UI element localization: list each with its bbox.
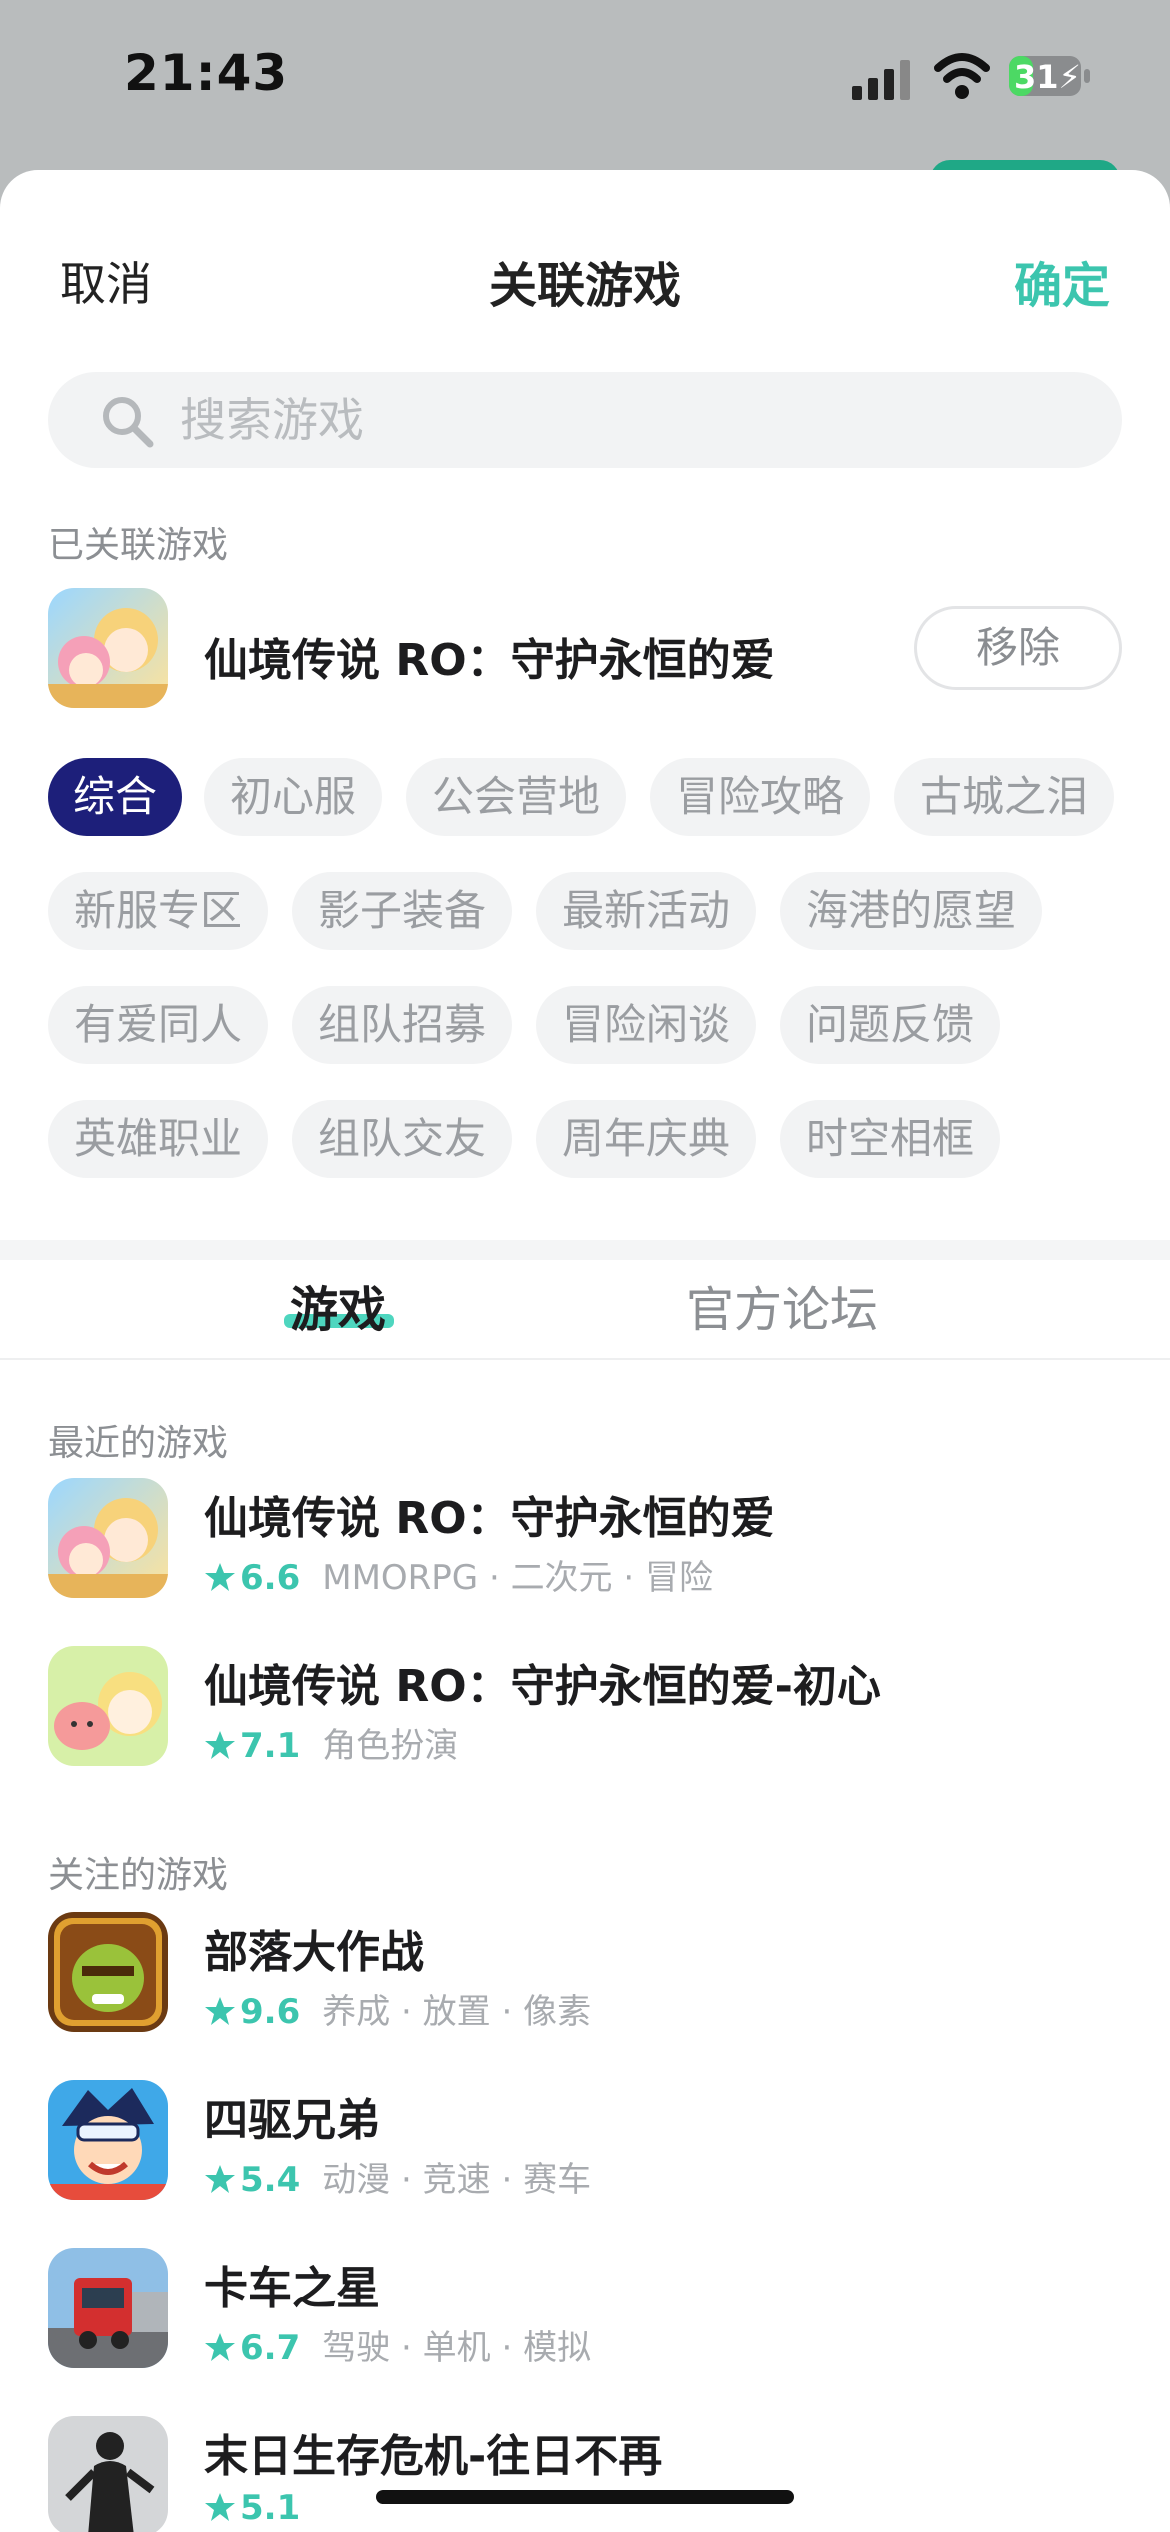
orc-warrior-icon xyxy=(48,1912,168,2032)
star-icon xyxy=(205,2493,235,2521)
tag-item[interactable]: 最新活动 xyxy=(536,872,756,950)
cellular-signal-icon xyxy=(852,60,910,100)
page-title: 关联游戏 xyxy=(488,258,681,314)
game-name: 卡车之星 xyxy=(204,2263,380,2314)
game-rating: 7.1 xyxy=(240,1726,301,1766)
game-rating: 6.6 xyxy=(240,1558,301,1598)
game-name: 仙境传说 RO：守护永恒的爱 xyxy=(204,1493,775,1544)
game-rating: 9.6 xyxy=(240,1992,301,2032)
status-bar: 21:43 31⚡ xyxy=(0,0,1170,190)
game-name: 末日生存危机-往日不再 xyxy=(204,2431,663,2482)
game-tags: 角色扮演 xyxy=(322,1726,459,1766)
remove-button[interactable]: 移除 xyxy=(914,606,1122,690)
recent-games-label: 最近的游戏 xyxy=(48,1423,229,1464)
game-row[interactable]: 部落大作战 9.6 养成 · 放置 · 像素 xyxy=(48,1912,1122,2036)
tag-item[interactable]: 综合 xyxy=(48,758,182,836)
linked-game-row: 仙境传说 RO：守护永恒的爱 移除 xyxy=(48,588,1122,710)
tag-item[interactable]: 组队交友 xyxy=(292,1100,512,1178)
search-input[interactable] xyxy=(180,372,1060,468)
star-icon xyxy=(205,2333,235,2361)
game-tags: 驾驶 · 单机 · 模拟 xyxy=(322,2328,592,2368)
game-rating: 5.4 xyxy=(240,2160,301,2200)
game-row[interactable]: 末日生存危机-往日不再 5.1 xyxy=(48,2416,1122,2532)
followed-games-label: 关注的游戏 xyxy=(48,1855,229,1896)
game-meta: 7.1 角色扮演 xyxy=(204,1718,458,1766)
red-truck-icon xyxy=(48,2248,168,2368)
game-tags: 养成 · 放置 · 像素 xyxy=(322,1992,592,2032)
wifi-icon xyxy=(934,53,990,99)
tag-item[interactable]: 周年庆典 xyxy=(536,1100,756,1178)
tag-item[interactable]: 初心服 xyxy=(204,758,382,836)
battery-level: 31⚡ xyxy=(1014,58,1081,96)
game-meta: 6.6 MMORPG · 二次元 · 冒险 xyxy=(204,1550,713,1598)
tag-item[interactable]: 问题反馈 xyxy=(780,986,1000,1064)
tag-item[interactable]: 有爱同人 xyxy=(48,986,268,1064)
game-rating: 6.7 xyxy=(240,2328,301,2368)
cancel-button[interactable]: 取消 xyxy=(60,248,152,314)
game-name: 部落大作战 xyxy=(204,1927,424,1978)
tag-item[interactable]: 影子装备 xyxy=(292,872,512,950)
game-name: 仙境传说 RO：守护永恒的爱-初心 xyxy=(204,1661,881,1712)
ro-anime-girls-icon xyxy=(48,1478,168,1598)
search-icon xyxy=(103,397,154,448)
tag-item[interactable]: 时空相框 xyxy=(780,1100,1000,1178)
game-tags: MMORPG · 二次元 · 冒险 xyxy=(322,1558,713,1598)
home-indicator xyxy=(376,2490,794,2504)
tag-item[interactable]: 冒险攻略 xyxy=(650,758,870,836)
game-row[interactable]: 仙境传说 RO：守护永恒的爱-初心 7.1 角色扮演 xyxy=(48,1646,1122,1770)
game-meta: 5.4 动漫 · 竞速 · 赛车 xyxy=(204,2152,591,2200)
link-game-sheet: 关联游戏 取消 确定 已关联游戏 仙境传说 RO：守护永恒的爱 移除 综合 初心… xyxy=(0,170,1170,2532)
tab-games[interactable]: 游戏 xyxy=(290,1270,386,1340)
tag-item[interactable]: 冒险闲谈 xyxy=(536,986,756,1064)
tab-official-forum[interactable]: 官方论坛 xyxy=(686,1270,878,1340)
game-rating: 5.1 xyxy=(240,2488,301,2528)
ro-chibi-icon xyxy=(48,1646,168,1766)
game-tags: 动漫 · 竞速 · 赛车 xyxy=(322,2160,592,2200)
star-icon xyxy=(205,2165,235,2193)
tag-item[interactable]: 英雄职业 xyxy=(48,1100,268,1178)
tag-item[interactable]: 新服专区 xyxy=(48,872,268,950)
status-time: 21:43 xyxy=(124,44,289,102)
confirm-button[interactable]: 确定 xyxy=(1014,246,1110,316)
game-row[interactable]: 卡车之星 6.7 驾驶 · 单机 · 模拟 xyxy=(48,2248,1122,2372)
game-row[interactable]: 仙境传说 RO：守护永恒的爱 6.6 MMORPG · 二次元 · 冒险 xyxy=(48,1478,1122,1602)
tag-item[interactable]: 公会营地 xyxy=(406,758,626,836)
star-icon xyxy=(205,1563,235,1591)
tabs-divider xyxy=(0,1358,1170,1360)
tag-item[interactable]: 组队招募 xyxy=(292,986,512,1064)
racer-boy-icon xyxy=(48,2080,168,2200)
game-row[interactable]: 四驱兄弟 5.4 动漫 · 竞速 · 赛车 xyxy=(48,2080,1122,2204)
zombie-silhouette-icon xyxy=(48,2416,168,2532)
linked-games-label: 已关联游戏 xyxy=(48,525,229,566)
game-meta: 9.6 养成 · 放置 · 像素 xyxy=(204,1984,591,2032)
search-bar[interactable] xyxy=(48,372,1122,468)
game-meta: 6.7 驾驶 · 单机 · 模拟 xyxy=(204,2320,591,2368)
star-icon xyxy=(205,1997,235,2025)
tag-item[interactable]: 古城之泪 xyxy=(894,758,1114,836)
tag-item[interactable]: 海港的愿望 xyxy=(780,872,1042,950)
ro-anime-girls-icon xyxy=(48,588,168,708)
section-divider xyxy=(0,1240,1170,1260)
star-icon xyxy=(205,1731,235,1759)
game-name: 四驱兄弟 xyxy=(204,2095,380,2146)
linked-game-name: 仙境传说 RO：守护永恒的爱 xyxy=(204,635,775,686)
game-meta: 5.1 xyxy=(204,2488,322,2532)
